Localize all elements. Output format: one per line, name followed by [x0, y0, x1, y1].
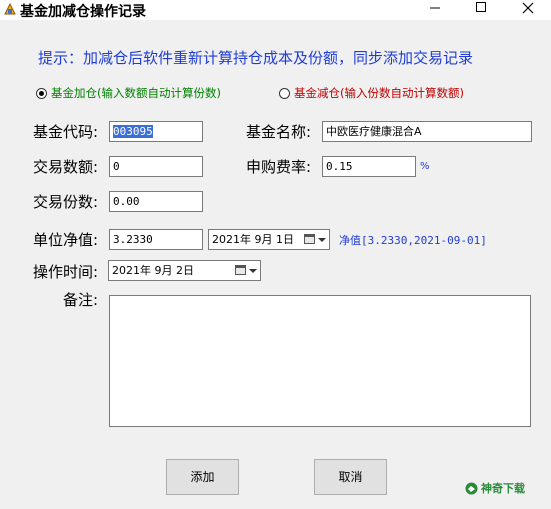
- watermark-logo-icon: [465, 482, 478, 494]
- calendar-icon[interactable]: [304, 234, 315, 244]
- hint-text: 提示：加减仓后软件重新计算持仓成本及份额，同步添加交易记录: [38, 49, 474, 67]
- chevron-down-icon[interactable]: [318, 238, 326, 242]
- fee-unit: %: [420, 161, 430, 172]
- fund-code-input[interactable]: 003095: [109, 121, 203, 142]
- nav-info-text: 净值[3.2330,2021-09-01]: [339, 234, 487, 247]
- nav-input[interactable]: 3.2330: [109, 229, 203, 250]
- minimize-button[interactable]: [412, 0, 458, 20]
- note-label: 备注:: [63, 291, 99, 309]
- window-title: 基金加减仓操作记录: [20, 4, 146, 20]
- op-time-label: 操作时间:: [33, 263, 99, 281]
- fee-rate-input[interactable]: 0.15: [322, 156, 416, 177]
- calendar-icon[interactable]: [235, 265, 246, 275]
- op-time-value: 2021年 9月 2日: [112, 264, 194, 277]
- radio-checked-icon: [36, 87, 47, 99]
- close-icon: [522, 2, 534, 14]
- nav-date-picker[interactable]: 2021年 9月 1日: [208, 229, 330, 250]
- fund-name-input[interactable]: 中欧医疗健康混合A: [322, 121, 532, 142]
- fund-name-label: 基金名称:: [246, 123, 312, 141]
- watermark-text: 神奇下载: [481, 482, 525, 495]
- watermark: 神奇下载: [465, 477, 549, 499]
- radio-unchecked-icon: [279, 87, 290, 99]
- radio-add-label: 基金加仓(输入数额自动计算份数): [51, 86, 221, 100]
- close-button[interactable]: [505, 0, 551, 20]
- radio-add-position[interactable]: 基金加仓(输入数额自动计算份数): [36, 85, 221, 101]
- radio-reduce-position[interactable]: 基金减仓(输入份数自动计算数额): [279, 85, 464, 101]
- note-textarea[interactable]: [109, 295, 531, 427]
- fund-code-label: 基金代码:: [33, 123, 99, 141]
- trade-amount-label: 交易数额:: [33, 158, 99, 176]
- maximize-icon: [476, 2, 486, 12]
- nav-date-value: 2021年 9月 1日: [212, 233, 294, 246]
- cancel-button[interactable]: 取消: [314, 459, 387, 495]
- nav-label: 单位净值:: [33, 231, 99, 249]
- maximize-button[interactable]: [458, 0, 504, 20]
- fee-rate-label: 申购费率:: [246, 158, 312, 176]
- trade-shares-input[interactable]: 0.00: [109, 191, 203, 212]
- trade-shares-label: 交易份数:: [33, 193, 99, 211]
- fund-code-value: 003095: [113, 125, 153, 138]
- app-icon: [4, 2, 16, 15]
- title-bar: 基金加减仓操作记录: [0, 0, 551, 20]
- op-time-picker[interactable]: 2021年 9月 2日: [108, 260, 261, 281]
- minimize-icon: [430, 7, 440, 9]
- trade-amount-input[interactable]: 0: [109, 156, 203, 177]
- add-button[interactable]: 添加: [166, 459, 239, 495]
- chevron-down-icon[interactable]: [249, 269, 257, 273]
- radio-sub-label: 基金减仓(输入份数自动计算数额): [294, 86, 464, 100]
